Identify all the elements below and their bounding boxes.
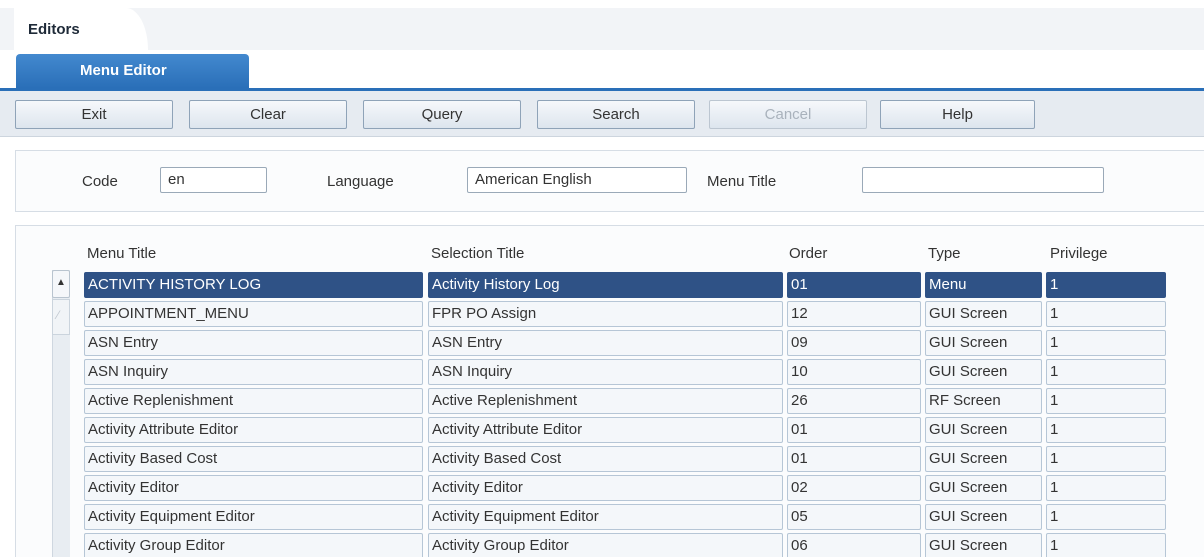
cell-selection-title[interactable]: Active Replenishment: [428, 388, 783, 414]
cancel-button[interactable]: Cancel: [709, 100, 867, 129]
cell-selection-title[interactable]: FPR PO Assign: [428, 301, 783, 327]
cell-menu-title[interactable]: Active Replenishment: [84, 388, 423, 414]
table-row[interactable]: ASN Entry ASN Entry 09 GUI Screen 1: [0, 329, 1204, 358]
cell-type[interactable]: GUI Screen: [925, 504, 1042, 530]
cell-privilege[interactable]: 1: [1046, 272, 1166, 298]
cell-type[interactable]: GUI Screen: [925, 446, 1042, 472]
code-label: Code: [82, 173, 118, 190]
cell-menu-title[interactable]: ASN Inquiry: [84, 359, 423, 385]
cell-order[interactable]: 10: [787, 359, 921, 385]
cell-menu-title[interactable]: Activity Based Cost: [84, 446, 423, 472]
clear-button[interactable]: Clear: [189, 100, 347, 129]
cell-selection-title[interactable]: Activity History Log: [428, 272, 783, 298]
cell-selection-title[interactable]: Activity Equipment Editor: [428, 504, 783, 530]
cell-menu-title[interactable]: Activity Attribute Editor: [84, 417, 423, 443]
toolbar: Exit Clear Query Search Cancel Help: [0, 91, 1204, 137]
cell-privilege[interactable]: 1: [1046, 417, 1166, 443]
cell-menu-title[interactable]: ACTIVITY HISTORY LOG: [84, 272, 423, 298]
cell-selection-title[interactable]: ASN Inquiry: [428, 359, 783, 385]
query-button[interactable]: Query: [363, 100, 521, 129]
cell-type[interactable]: GUI Screen: [925, 330, 1042, 356]
cell-selection-title[interactable]: ASN Entry: [428, 330, 783, 356]
table-row[interactable]: Activity Editor Activity Editor 02 GUI S…: [0, 474, 1204, 503]
code-field[interactable]: en: [160, 167, 267, 193]
column-header-selection-title[interactable]: Selection Title: [431, 245, 524, 262]
cell-privilege[interactable]: 1: [1046, 359, 1166, 385]
cell-order[interactable]: 01: [787, 272, 921, 298]
menu-title-field[interactable]: [862, 167, 1104, 193]
tab-menu-editor[interactable]: Menu Editor: [16, 54, 249, 88]
table-row[interactable]: ASN Inquiry ASN Inquiry 10 GUI Screen 1: [0, 358, 1204, 387]
exit-button[interactable]: Exit: [15, 100, 173, 129]
cell-selection-title[interactable]: Activity Based Cost: [428, 446, 783, 472]
cell-menu-title[interactable]: ASN Entry: [84, 330, 423, 356]
menu-title-label: Menu Title: [707, 173, 777, 190]
cell-type[interactable]: GUI Screen: [925, 533, 1042, 557]
table-row[interactable]: Activity Attribute Editor Activity Attri…: [0, 416, 1204, 445]
cell-privilege[interactable]: 1: [1046, 504, 1166, 530]
help-button[interactable]: Help: [880, 100, 1035, 129]
table-row[interactable]: Activity Equipment Editor Activity Equip…: [0, 503, 1204, 532]
cell-privilege[interactable]: 1: [1046, 301, 1166, 327]
table-row[interactable]: Activity Group Editor Activity Group Edi…: [0, 532, 1204, 557]
cell-order[interactable]: 06: [787, 533, 921, 557]
cell-order[interactable]: 01: [787, 417, 921, 443]
search-button[interactable]: Search: [537, 100, 695, 129]
cell-privilege[interactable]: 1: [1046, 475, 1166, 501]
table-row[interactable]: Active Replenishment Active Replenishmen…: [0, 387, 1204, 416]
cell-type[interactable]: GUI Screen: [925, 359, 1042, 385]
cell-order[interactable]: 01: [787, 446, 921, 472]
language-label: Language: [327, 173, 394, 190]
table-row[interactable]: APPOINTMENT_MENU FPR PO Assign 12 GUI Sc…: [0, 300, 1204, 329]
column-header-privilege[interactable]: Privilege: [1050, 245, 1108, 262]
cell-selection-title[interactable]: Activity Attribute Editor: [428, 417, 783, 443]
cell-menu-title[interactable]: Activity Group Editor: [84, 533, 423, 557]
column-header-type[interactable]: Type: [928, 245, 961, 262]
language-field[interactable]: American English: [467, 167, 687, 193]
cell-type[interactable]: GUI Screen: [925, 301, 1042, 327]
cell-privilege[interactable]: 1: [1046, 388, 1166, 414]
cell-menu-title[interactable]: APPOINTMENT_MENU: [84, 301, 423, 327]
cell-menu-title[interactable]: Activity Equipment Editor: [84, 504, 423, 530]
table-row[interactable]: ACTIVITY HISTORY LOG Activity History Lo…: [0, 271, 1204, 300]
cell-order[interactable]: 12: [787, 301, 921, 327]
tab-strip-band: [0, 8, 1204, 50]
cell-menu-title[interactable]: Activity Editor: [84, 475, 423, 501]
cell-privilege[interactable]: 1: [1046, 330, 1166, 356]
cell-privilege[interactable]: 1: [1046, 446, 1166, 472]
cell-order[interactable]: 05: [787, 504, 921, 530]
cell-type[interactable]: RF Screen: [925, 388, 1042, 414]
column-header-menu-title[interactable]: Menu Title: [87, 245, 156, 262]
cell-selection-title[interactable]: Activity Editor: [428, 475, 783, 501]
cell-type[interactable]: GUI Screen: [925, 417, 1042, 443]
top-tab-strip: Editors: [0, 0, 1204, 50]
cell-type[interactable]: Menu: [925, 272, 1042, 298]
table-row[interactable]: Activity Based Cost Activity Based Cost …: [0, 445, 1204, 474]
column-header-order[interactable]: Order: [789, 245, 827, 262]
cell-order[interactable]: 26: [787, 388, 921, 414]
cell-type[interactable]: GUI Screen: [925, 475, 1042, 501]
tab-editors[interactable]: Editors: [14, 8, 148, 50]
cell-privilege[interactable]: 1: [1046, 533, 1166, 557]
cell-order[interactable]: 09: [787, 330, 921, 356]
cell-order[interactable]: 02: [787, 475, 921, 501]
cell-selection-title[interactable]: Activity Group Editor: [428, 533, 783, 557]
